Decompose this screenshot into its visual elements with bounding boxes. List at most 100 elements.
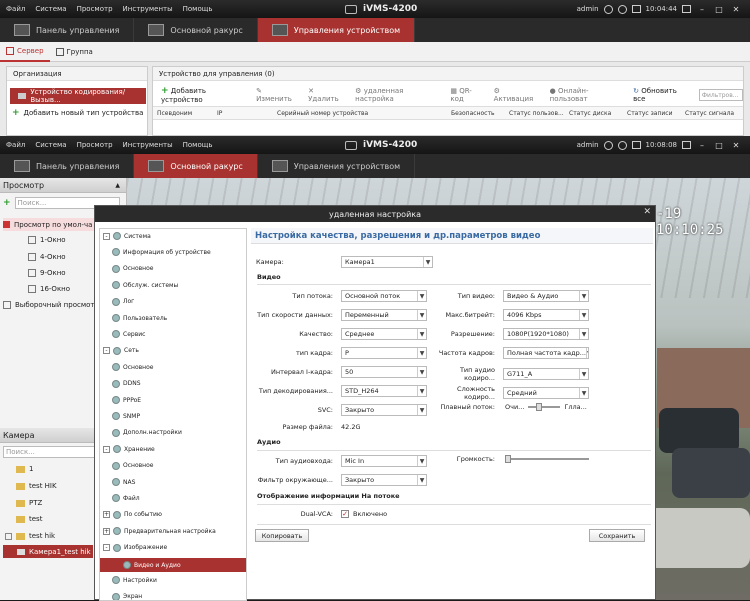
qr-code-button[interactable]: ▦ QR-код	[450, 87, 483, 103]
add-view-icon[interactable]: +	[3, 198, 11, 208]
col-security[interactable]: Безопасность	[447, 110, 505, 117]
tree-item[interactable]: Пользователь	[112, 314, 167, 322]
tab-main-view[interactable]: Основной ракурс	[134, 154, 258, 178]
view-item-custom[interactable]: Выборочный просмот	[3, 301, 94, 309]
field-select[interactable]: Видео & Аудио ▼	[503, 290, 589, 302]
tree-group[interactable]: + Предварительная настройка	[103, 527, 216, 536]
menu-view[interactable]: Просмотр	[77, 141, 113, 149]
minimize-icon[interactable]: –	[696, 140, 708, 150]
copy-button[interactable]: Копировать	[255, 529, 309, 542]
memory-icon[interactable]	[631, 141, 641, 149]
tree-group[interactable]: - Хранение	[103, 445, 155, 454]
field-select[interactable]: 50 ▼	[341, 366, 427, 378]
col-record-status[interactable]: Статус записи	[623, 110, 681, 117]
audio-input-select[interactable]: Mic In ▼	[341, 455, 427, 467]
close-icon[interactable]: ✕	[730, 4, 742, 14]
col-alias[interactable]: Псевдоним	[153, 110, 213, 117]
collapse-icon[interactable]: -	[103, 544, 110, 552]
camera-group-test-hik-2[interactable]: test hik	[5, 532, 55, 540]
tree-item[interactable]: Настройки	[112, 576, 157, 585]
edit-button[interactable]: ✎ Изменить	[256, 87, 298, 103]
col-serial[interactable]: Серийный номер устройства	[273, 110, 447, 117]
tree-item[interactable]: Дополн.настройки	[112, 428, 182, 437]
field-select[interactable]: Основной поток ▼	[341, 290, 427, 302]
cpu-icon[interactable]	[617, 4, 627, 14]
add-device-type[interactable]: + Добавить новый тип устройства	[12, 108, 143, 118]
tab-device-management[interactable]: Управления устройством	[257, 18, 416, 42]
smooth-slider[interactable]	[528, 403, 561, 411]
menu-view[interactable]: Просмотр	[77, 5, 113, 13]
view-item-9-window[interactable]: 9-Окно	[28, 269, 66, 277]
tree-item[interactable]: Лог	[112, 297, 134, 306]
menu-system[interactable]: Система	[35, 141, 66, 149]
online-users-button[interactable]: ● Онлайн-пользоват	[550, 87, 623, 103]
col-ip[interactable]: IP	[213, 110, 273, 117]
field-select[interactable]: Закрыто ▼	[341, 404, 427, 416]
memory-icon[interactable]	[631, 5, 641, 13]
tab-device-management[interactable]: Управления устройством	[258, 154, 416, 178]
env-filter-select[interactable]: Закрыто ▼	[341, 474, 427, 486]
field-select[interactable]: P ▼	[341, 347, 427, 359]
tree-item[interactable]: SNMP	[112, 412, 140, 421]
dialog-close-icon[interactable]: ✕	[643, 207, 651, 217]
lock-icon[interactable]	[603, 140, 613, 150]
filter-input[interactable]: Фильтров...	[698, 89, 743, 101]
subtab-server[interactable]: Сервер	[0, 42, 50, 62]
lock-icon[interactable]	[603, 4, 613, 14]
org-encoding-device[interactable]: Устройство кодирования/Вызыв...	[10, 88, 146, 104]
save-button[interactable]: Сохранить	[589, 529, 645, 542]
menu-help[interactable]: Помощь	[183, 141, 213, 149]
tree-group[interactable]: - Система	[103, 232, 151, 240]
dual-vca-checkbox[interactable]: ✓	[341, 510, 349, 518]
cpu-icon[interactable]	[617, 140, 627, 150]
volume-slider[interactable]	[505, 455, 589, 463]
field-select[interactable]: Переменный ▼	[341, 309, 427, 321]
field-select[interactable]: 4096 Kbps ▼	[503, 309, 589, 321]
minimize-icon[interactable]: –	[696, 4, 708, 14]
activation-button[interactable]: ⚙ Активация	[494, 87, 540, 103]
menu-system[interactable]: Система	[35, 5, 66, 13]
tree-item[interactable]: Видео и Аудио	[100, 558, 246, 572]
remote-config-button[interactable]: ⚙ удаленная настройка	[355, 87, 440, 103]
lock-screen-icon[interactable]	[682, 5, 691, 13]
field-select[interactable]: Полная частота кадр...▼	[503, 347, 589, 359]
collapse-icon[interactable]: ▲	[115, 182, 120, 189]
field-select[interactable]: STD_H264 ▼	[341, 385, 427, 397]
slider-thumb[interactable]	[505, 455, 511, 463]
slider-thumb[interactable]	[536, 403, 543, 411]
add-device-button[interactable]: + Добавить устройство	[161, 86, 246, 104]
maximize-icon[interactable]: □	[713, 140, 725, 150]
tree-item[interactable]: Сервис	[112, 330, 145, 339]
tree-item[interactable]: DDNS	[112, 379, 141, 388]
collapse-icon[interactable]: -	[103, 347, 110, 355]
delete-button[interactable]: ✕ Удалить	[308, 87, 345, 103]
tree-group[interactable]: + По событию	[103, 510, 162, 519]
menu-tools[interactable]: Инструменты	[123, 141, 173, 149]
tab-control-panel[interactable]: Панель управления	[0, 18, 135, 42]
tree-group[interactable]: - Сеть	[103, 346, 139, 355]
col-signal-status[interactable]: Статус сигнала	[681, 110, 741, 117]
tree-item[interactable]: Основное	[112, 461, 153, 470]
tree-item[interactable]: PPPoE	[112, 396, 141, 404]
camera-group-1[interactable]: 1	[16, 465, 33, 473]
menu-tools[interactable]: Инструменты	[123, 5, 173, 13]
tree-item[interactable]: Информация об устройстве	[112, 248, 211, 257]
camera-item-selected[interactable]: Камера1_test hik	[3, 545, 93, 558]
tree-item[interactable]: Основное	[112, 264, 153, 273]
close-icon[interactable]: ✕	[730, 140, 742, 150]
view-item-1-window[interactable]: 1-Окно	[28, 236, 66, 244]
camera-group-ptz[interactable]: PTZ	[16, 499, 42, 507]
view-item-4-window[interactable]: 4-Окно	[28, 253, 66, 261]
lock-screen-icon[interactable]	[682, 141, 691, 149]
subtab-group[interactable]: Группа	[50, 42, 99, 62]
menu-file[interactable]: Файл	[6, 5, 25, 13]
field-select[interactable]: Средний ▼	[503, 387, 589, 399]
tab-main-view[interactable]: Основной ракурс	[134, 18, 258, 42]
tree-item[interactable]: Основное	[112, 363, 153, 372]
tree-item[interactable]: Обслуж. системы	[112, 281, 178, 290]
tree-item[interactable]: Файл	[112, 494, 140, 503]
field-select[interactable]: Среднее ▼	[341, 328, 427, 340]
field-select[interactable]: G711_A ▼	[503, 368, 589, 380]
camera-group-test[interactable]: test	[16, 515, 42, 523]
expand-icon[interactable]: +	[103, 527, 110, 535]
